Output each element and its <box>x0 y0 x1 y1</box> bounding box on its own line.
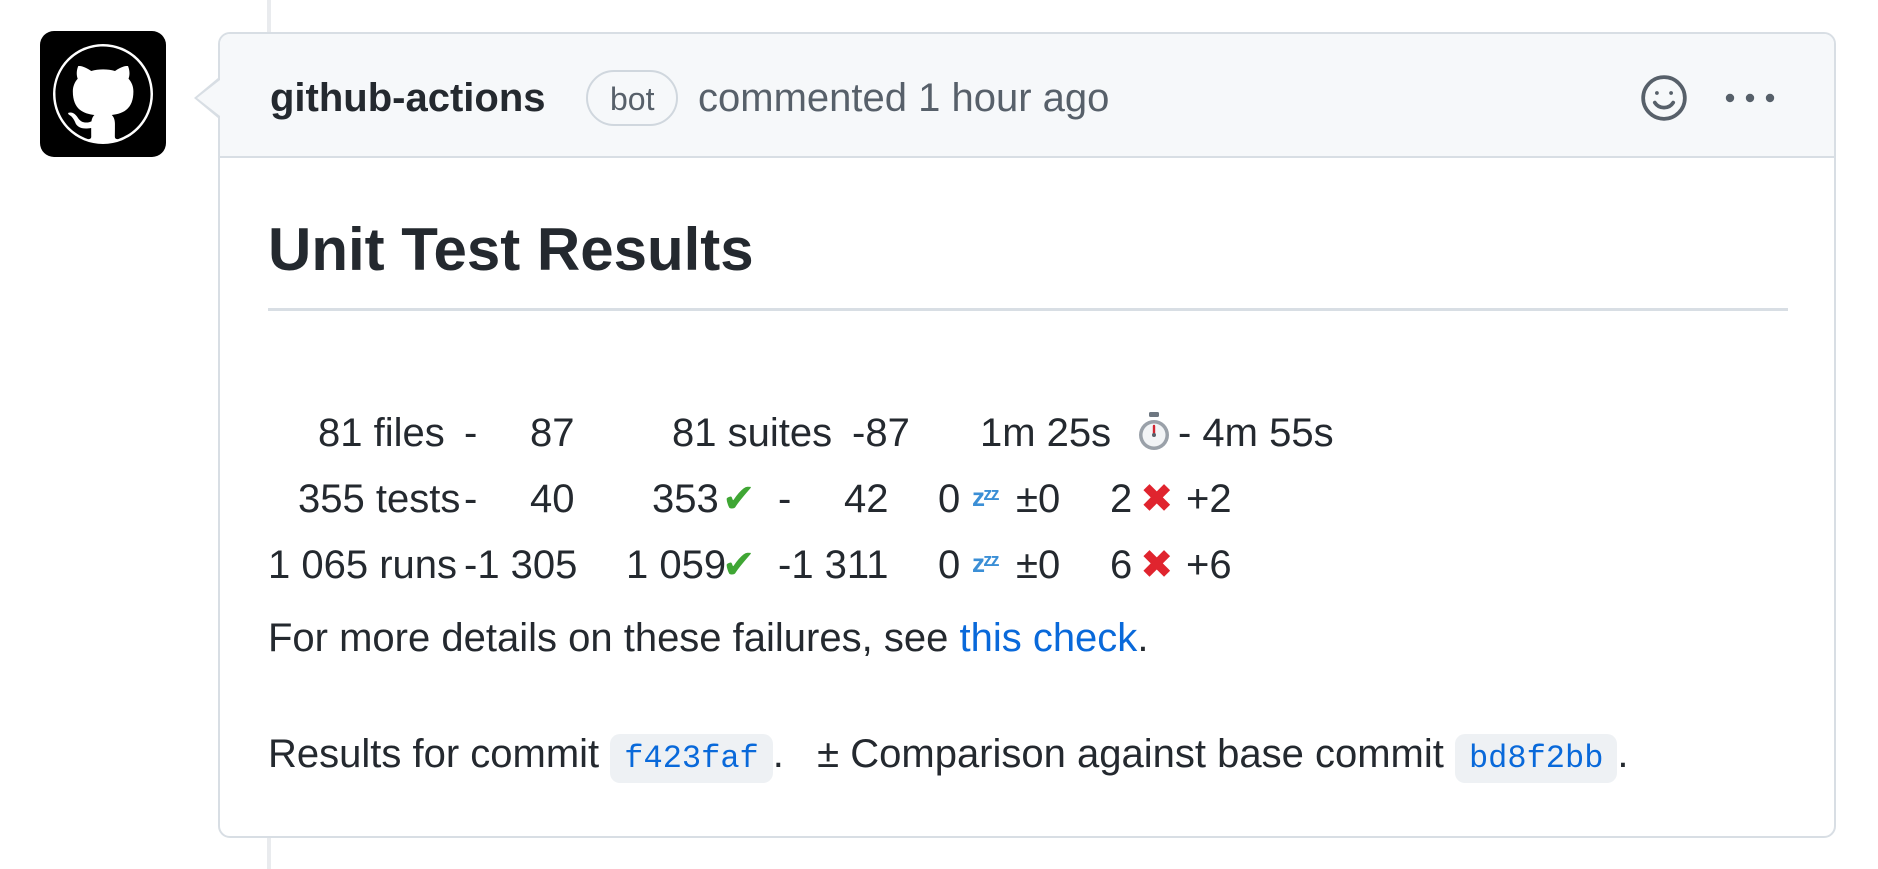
passed-check-icon: ✔ <box>722 477 756 521</box>
commit-paragraph: Results for commit f423faf. ± Comparison… <box>268 730 1629 783</box>
tests-skipped-delta: ±0 <box>1016 477 1061 521</box>
details-paragraph: For more details on these failures, see … <box>268 614 1148 662</box>
author-name[interactable]: github-actions <box>270 74 546 122</box>
author-avatar[interactable] <box>40 31 166 157</box>
suites-count: 81 suites <box>672 411 833 455</box>
comment-timestamp[interactable]: commented 1 hour ago <box>698 74 1109 122</box>
title-divider <box>268 308 1788 311</box>
passed-check-icon: ✔ <box>722 543 756 587</box>
base-commit-sha-link[interactable]: bd8f2bb <box>1454 734 1618 783</box>
runs-failed: 6 <box>1110 543 1133 587</box>
commit-prefix: Results for commit <box>268 732 600 776</box>
tests-delta: 40 <box>530 477 575 521</box>
comment-header: github-actions bot commented 1 hour ago <box>220 34 1834 158</box>
failed-cross-icon: ✖ <box>1140 543 1174 587</box>
smiley-icon <box>1641 75 1687 121</box>
tests-passed-dash: - <box>778 477 792 521</box>
duration: 1m 25s <box>980 411 1112 455</box>
tests-skipped: 0 <box>938 477 961 521</box>
details-suffix: . <box>1137 616 1149 660</box>
failed-cross-icon: ✖ <box>1140 477 1174 521</box>
comparison-text: . ± Comparison against base commit <box>772 732 1444 776</box>
tests-passed-delta: 42 <box>844 477 889 521</box>
add-reaction-button[interactable] <box>1636 70 1692 126</box>
suites-delta: -87 <box>852 411 910 455</box>
tests-failed-delta: +2 <box>1186 477 1232 521</box>
duration-delta: - 4m 55s <box>1178 411 1334 455</box>
github-octocat-icon <box>53 44 153 144</box>
skipped-zzz-icon: zᶻᶻ <box>972 548 1000 578</box>
tests-passed: 353 <box>652 477 719 521</box>
tests-dash: - <box>464 477 478 521</box>
runs-passed: 1 059 <box>626 543 727 587</box>
details-prefix: For more details on these failures, see <box>268 616 960 660</box>
stopwatch-icon <box>1134 400 1174 466</box>
files-dash: - <box>464 411 478 455</box>
files-count: 81 files <box>318 411 445 455</box>
runs-skipped-delta: ±0 <box>1016 543 1061 587</box>
commit-suffix: . <box>1617 732 1629 776</box>
runs-skipped: 0 <box>938 543 961 587</box>
runs-count: 1 065 runs <box>268 543 458 587</box>
runs-passed-delta: -1 311 <box>778 543 889 587</box>
bot-badge: bot <box>586 70 679 126</box>
tests-count: 355 tests <box>298 477 461 521</box>
runs-failed-delta: +6 <box>1186 543 1232 587</box>
this-check-link[interactable]: this check <box>959 616 1137 660</box>
report-title: Unit Test Results <box>268 216 754 283</box>
files-delta: 87 <box>530 411 575 455</box>
commit-sha-link[interactable]: f423faf <box>610 734 773 783</box>
comment-options-button[interactable] <box>1720 70 1780 126</box>
skipped-zzz-icon: zᶻᶻ <box>972 482 1000 512</box>
comment-box: github-actions bot commented 1 hour ago … <box>218 32 1836 838</box>
kebab-horizontal-icon <box>1725 93 1775 103</box>
tests-failed: 2 <box>1110 477 1133 521</box>
runs-delta: -1 305 <box>464 543 578 587</box>
comment-pointer-inner <box>197 80 220 116</box>
